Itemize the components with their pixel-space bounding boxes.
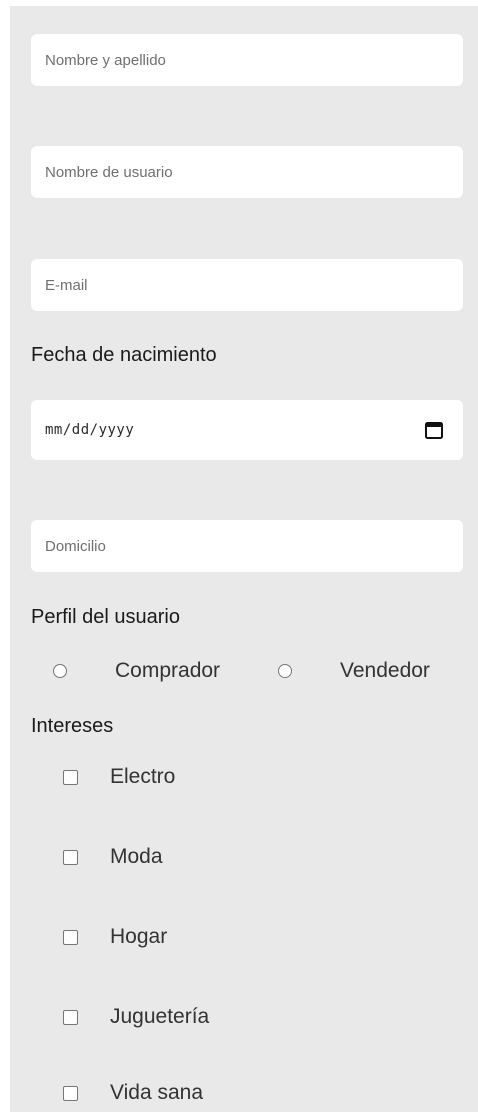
birth-date-label: Fecha de nacimiento (31, 344, 217, 366)
checkbox-label-moda[interactable]: Moda (110, 845, 163, 869)
address-input[interactable]: Domicilio (31, 520, 463, 572)
checkbox-moda[interactable] (63, 850, 78, 865)
calendar-icon[interactable] (423, 419, 445, 441)
radio-label-comprador[interactable]: Comprador (115, 659, 220, 683)
radio-comprador[interactable] (53, 664, 67, 678)
checkbox-item-moda[interactable]: Moda (0, 842, 478, 874)
checkbox-item-jugueteria[interactable]: Juguetería (0, 1002, 478, 1034)
checkbox-label-vida-sana[interactable]: Vida sana (110, 1081, 203, 1105)
checkbox-electro[interactable] (63, 770, 78, 785)
full-name-input[interactable]: Nombre y apellido (31, 34, 463, 86)
profile-options: Comprador Vendedor (0, 654, 478, 690)
interests-label: Intereses (31, 715, 114, 737)
checkbox-item-hogar[interactable]: Hogar (0, 922, 478, 954)
checkbox-label-electro[interactable]: Electro (110, 765, 175, 789)
username-input[interactable]: Nombre de usuario (31, 146, 463, 198)
birth-date-input[interactable]: mm/dd/yyyy (31, 400, 463, 460)
email-placeholder: E-mail (45, 276, 88, 294)
profile-label: Perfil del usuario (31, 606, 180, 628)
checkbox-label-jugueteria[interactable]: Juguetería (110, 1005, 209, 1029)
checkbox-vida-sana[interactable] (63, 1086, 78, 1101)
checkbox-item-electro[interactable]: Electro (0, 762, 478, 794)
checkbox-hogar[interactable] (63, 930, 78, 945)
checkbox-item-vida-sana[interactable]: Vida sana (0, 1078, 478, 1110)
radio-vendedor[interactable] (278, 664, 292, 678)
checkbox-label-hogar[interactable]: Hogar (110, 925, 167, 949)
username-placeholder: Nombre de usuario (45, 163, 173, 181)
checkbox-jugueteria[interactable] (63, 1010, 78, 1025)
full-name-placeholder: Nombre y apellido (45, 51, 166, 69)
email-input[interactable]: E-mail (31, 259, 463, 311)
radio-label-vendedor[interactable]: Vendedor (340, 659, 430, 683)
birth-date-placeholder: mm/dd/yyyy (45, 422, 135, 438)
address-placeholder: Domicilio (45, 537, 106, 555)
